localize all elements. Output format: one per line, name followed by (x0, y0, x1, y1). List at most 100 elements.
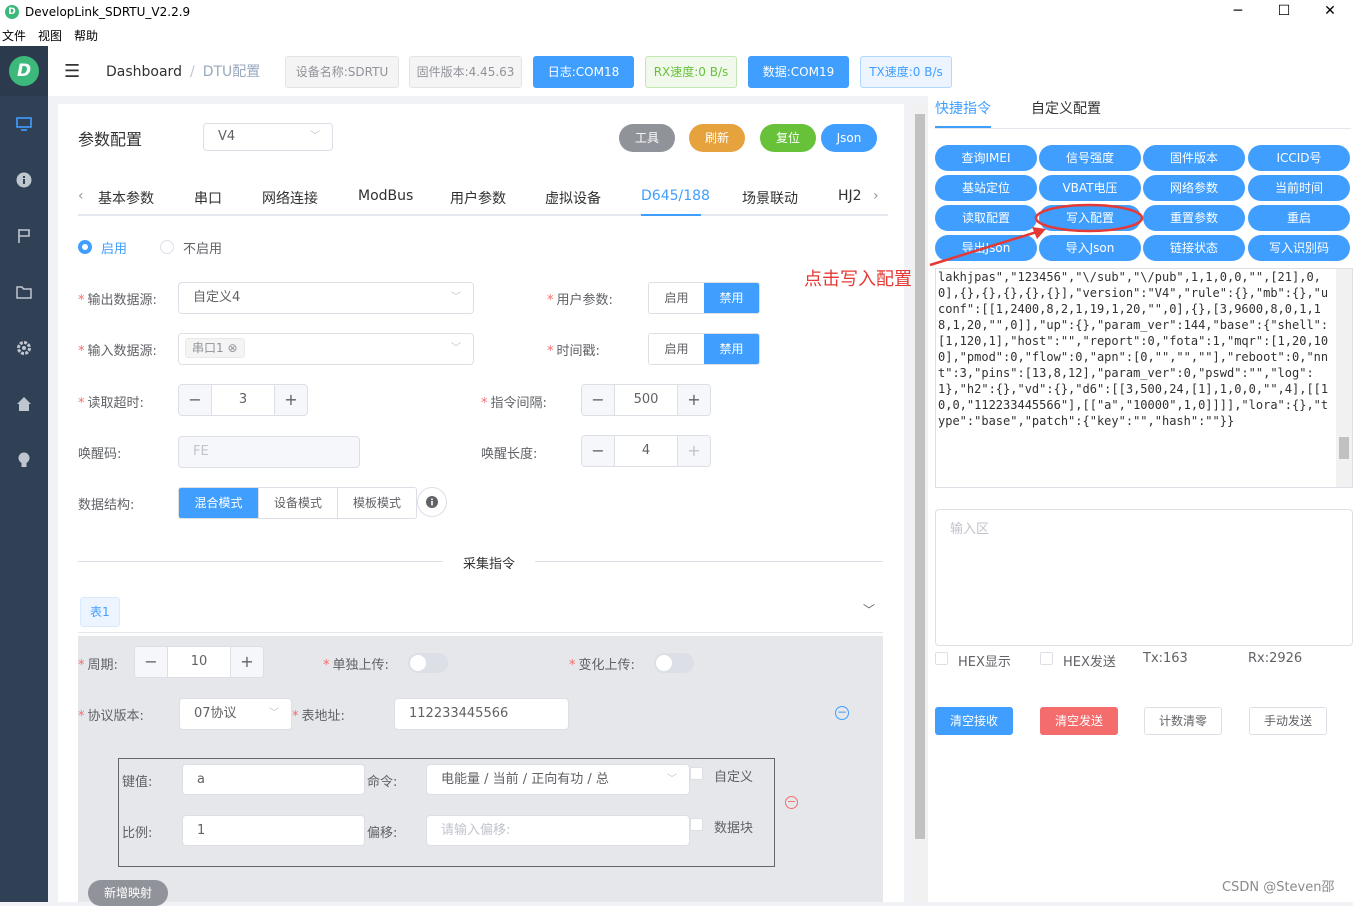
tab-network[interactable]: 网络连接 (262, 188, 318, 208)
single-upload-switch[interactable] (408, 653, 448, 673)
minus-icon[interactable]: − (582, 436, 614, 466)
info-icon[interactable] (0, 152, 48, 208)
period-value[interactable]: 10 (167, 647, 231, 677)
clear-count-button[interactable]: 计数清零 (1144, 707, 1222, 735)
user-param-disable[interactable]: 禁用 (704, 283, 759, 313)
data-port-badge[interactable]: 数据:COM19 (748, 56, 849, 88)
tabs-prev-icon[interactable]: ‹ (78, 188, 84, 204)
current-time-button[interactable]: 当前时间 (1248, 175, 1350, 201)
maximize-button[interactable]: ☐ (1261, 0, 1307, 24)
gear-icon[interactable] (0, 320, 48, 376)
user-param-enable[interactable]: 启用 (649, 283, 704, 313)
tab-serial[interactable]: 串口 (194, 188, 222, 208)
flag-icon[interactable] (0, 208, 48, 264)
menu-file[interactable]: 文件 (2, 27, 26, 44)
cmd-interval-value[interactable]: 500 (614, 385, 678, 415)
wake-len-value[interactable]: 4 (614, 436, 678, 466)
tab-quick-commands[interactable]: 快捷指令 (935, 98, 991, 118)
receive-output[interactable]: lakhjpas","123456","\/sub","\/pub",1,1,0… (935, 268, 1353, 488)
folder-icon[interactable] (0, 264, 48, 320)
clear-receive-button[interactable]: 清空接收 (935, 707, 1013, 735)
bulb-icon[interactable] (0, 432, 48, 488)
firmware-version-button[interactable]: 固件版本 (1143, 145, 1245, 171)
period-stepper[interactable]: −10 + (134, 646, 264, 678)
timestamp-enable[interactable]: 启用 (649, 334, 704, 364)
minus-icon[interactable]: − (582, 385, 614, 415)
output-source-select[interactable]: 自定义4 ﹀ (178, 282, 474, 314)
wake-code-input[interactable]: FE (178, 436, 360, 468)
tab-scene[interactable]: 场景联动 (742, 188, 798, 208)
tabs-next-icon[interactable]: › (873, 188, 879, 204)
info-help-icon[interactable] (417, 487, 447, 517)
ratio-input[interactable]: 1 (182, 815, 365, 846)
block-checkbox[interactable] (690, 818, 703, 831)
reset-button[interactable]: 复位 (760, 124, 816, 152)
close-button[interactable]: ✕ (1307, 0, 1353, 24)
radio-disable[interactable] (160, 240, 174, 254)
proto-select[interactable]: 07协议 ﹀ (179, 698, 292, 730)
refresh-button[interactable]: 刷新 (689, 124, 745, 152)
tab-modbus[interactable]: ModBus (358, 188, 413, 204)
menu-help[interactable]: 帮助 (74, 27, 98, 44)
hex-send-checkbox[interactable] (1040, 652, 1053, 665)
device-name-badge: 设备名称:SDRTU (285, 56, 399, 88)
meter-addr-input[interactable]: 112233445566 (394, 698, 569, 730)
plus-icon[interactable]: + (678, 385, 710, 415)
read-timeout-value[interactable]: 3 (211, 385, 275, 415)
minus-icon[interactable]: − (179, 385, 211, 415)
tab-virtual-device[interactable]: 虚拟设备 (545, 188, 601, 208)
clear-send-button[interactable]: 清空发送 (1040, 707, 1118, 735)
add-mapping-button[interactable]: 新增映射 (88, 880, 168, 906)
input-source-select[interactable]: 串口1 ⊗ ﹀ (178, 333, 474, 365)
tab-custom-config[interactable]: 自定义配置 (1031, 98, 1101, 118)
home-icon[interactable] (0, 376, 48, 432)
reboot-button[interactable]: 重启 (1248, 205, 1350, 231)
menu-toggle-icon[interactable]: ☰ (64, 61, 88, 82)
wake-len-stepper[interactable]: −4 + (581, 435, 711, 467)
iccid-button[interactable]: ICCID号 (1248, 145, 1350, 171)
custom-checkbox[interactable] (690, 767, 703, 780)
change-upload-switch[interactable] (654, 653, 694, 673)
write-id-code-button[interactable]: 写入识别码 (1248, 235, 1350, 261)
timestamp-disable[interactable]: 禁用 (704, 334, 759, 364)
tab-basic[interactable]: 基本参数 (98, 188, 154, 208)
breadcrumb-home[interactable]: Dashboard (106, 64, 182, 80)
key-input[interactable]: a (182, 764, 365, 795)
cmd-interval-stepper[interactable]: −500 + (581, 384, 711, 416)
chevron-down-icon[interactable]: ﹀ (863, 601, 875, 618)
tab-table1[interactable]: 表1 (80, 597, 120, 627)
tag-close-icon[interactable]: ⊗ (227, 341, 237, 355)
signal-strength-button[interactable]: 信号强度 (1039, 145, 1141, 171)
query-imei-button[interactable]: 查询IMEI (935, 145, 1037, 171)
manual-send-button[interactable]: 手动发送 (1249, 707, 1327, 735)
hex-show-checkbox[interactable] (935, 652, 948, 665)
tab-hj2[interactable]: HJ2 (838, 188, 862, 204)
tab-d645[interactable]: D645/188 (641, 188, 710, 204)
remove-meter-icon[interactable]: − (835, 706, 849, 720)
monitor-icon[interactable] (0, 96, 48, 152)
log-port-badge[interactable]: 日志:COM18 (533, 56, 634, 88)
plus-icon[interactable]: + (678, 436, 710, 466)
menu-view[interactable]: 视图 (38, 27, 62, 44)
breadcrumb-current: DTU配置 (202, 64, 261, 80)
read-timeout-stepper[interactable]: −3 + (178, 384, 308, 416)
tools-button[interactable]: 工具 (619, 124, 675, 152)
chevron-down-icon: ﹀ (310, 131, 320, 142)
mode-mixed[interactable]: 混合模式 (179, 488, 258, 518)
offset-input[interactable]: 请输入偏移: (426, 815, 690, 846)
remove-mapping-icon[interactable]: − (785, 796, 798, 809)
version-select[interactable]: V4 ﹀ (203, 123, 333, 151)
minus-icon[interactable]: − (135, 647, 167, 677)
cmd-select[interactable]: 电能量 / 当前 / 正向有功 / 总 ﹀ (426, 764, 690, 795)
plus-icon[interactable]: + (275, 385, 307, 415)
minimize-button[interactable]: ─ (1215, 0, 1261, 24)
mode-template[interactable]: 模板模式 (337, 488, 416, 518)
json-button[interactable]: Json (821, 124, 877, 152)
mode-device[interactable]: 设备模式 (258, 488, 337, 518)
plus-icon[interactable]: + (231, 647, 263, 677)
radio-enable[interactable] (78, 240, 92, 254)
tab-user-params[interactable]: 用户参数 (450, 188, 506, 208)
input-area[interactable]: 输入区 (935, 509, 1353, 646)
output-scrollbar-thumb[interactable] (1339, 437, 1349, 459)
output-scrollbar[interactable] (1336, 269, 1352, 487)
